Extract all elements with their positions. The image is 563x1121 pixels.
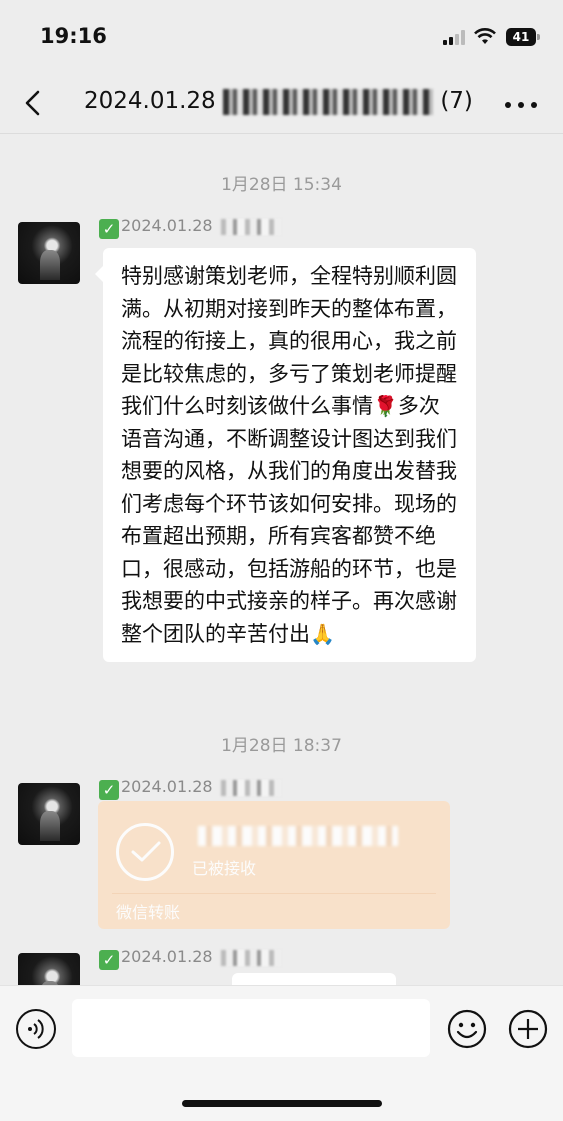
message-timestamp: 1月28日 18:37	[221, 736, 342, 756]
folded-hands-icon: 🙏	[310, 621, 335, 646]
chat-title: 2024.01.28 (7)	[84, 88, 473, 115]
check-mark-icon: ✓	[99, 950, 119, 970]
avatar[interactable]	[18, 783, 80, 845]
chevron-left-icon[interactable]	[22, 88, 44, 118]
transfer-card[interactable]: 已被接收 微信转账	[98, 801, 450, 929]
check-mark-icon: ✓	[99, 219, 119, 239]
message-text: 多次语音沟通，不断调整设计图达到我们想要的风格，从我们的角度出发替我们考虑每个环…	[121, 394, 457, 646]
transfer-label: 微信转账	[116, 903, 181, 922]
avatar[interactable]	[18, 953, 80, 985]
sender-redacted	[220, 949, 281, 966]
chat-title-redacted	[223, 88, 433, 115]
message-timestamp: 1月28日 15:34	[221, 175, 342, 195]
input-bar	[0, 985, 563, 1121]
battery-level: 41	[506, 28, 536, 46]
plus-icon[interactable]	[508, 1009, 548, 1049]
battery-icon: 41	[506, 28, 540, 46]
nav-bar: 2024.01.28 (7)	[0, 74, 563, 134]
voice-icon[interactable]	[16, 1009, 56, 1049]
message-bubble[interactable]: 特别感谢策划老师，全程特别顺利圆满。从初期对接到昨天的整体布置，流程的衔接上，真…	[95, 248, 476, 662]
transfer-amount-redacted	[198, 826, 398, 846]
chat-area[interactable]: 1月28日 15:34 ✓ 2024.01.28 特别感谢策划老师，全程特别顺利圆…	[0, 135, 563, 985]
message-bubble[interactable]	[232, 973, 396, 985]
transfer-status: 已被接收	[192, 859, 257, 878]
status-bar: 19:16 41	[0, 0, 563, 74]
rose-icon: 🌹	[373, 394, 398, 418]
message-input[interactable]	[72, 999, 430, 1057]
divider	[112, 893, 436, 894]
sender-redacted	[220, 218, 281, 235]
sender-name: ✓ 2024.01.28	[99, 216, 281, 239]
check-mark-icon: ✓	[99, 780, 119, 800]
received-check-icon	[116, 823, 174, 881]
home-indicator	[182, 1100, 382, 1107]
status-time: 19:16	[40, 24, 107, 48]
sender-name: ✓ 2024.01.28	[99, 947, 281, 970]
emoji-icon[interactable]	[447, 1009, 487, 1049]
sender-redacted	[220, 779, 281, 796]
avatar[interactable]	[18, 222, 80, 284]
sender-name: ✓ 2024.01.28	[99, 777, 281, 800]
more-icon[interactable]	[505, 102, 537, 108]
chat-title-prefix: 2024.01.28	[84, 88, 223, 114]
chat-title-count: (7)	[440, 88, 473, 114]
wifi-icon	[474, 28, 496, 44]
signal-icon	[443, 30, 465, 45]
